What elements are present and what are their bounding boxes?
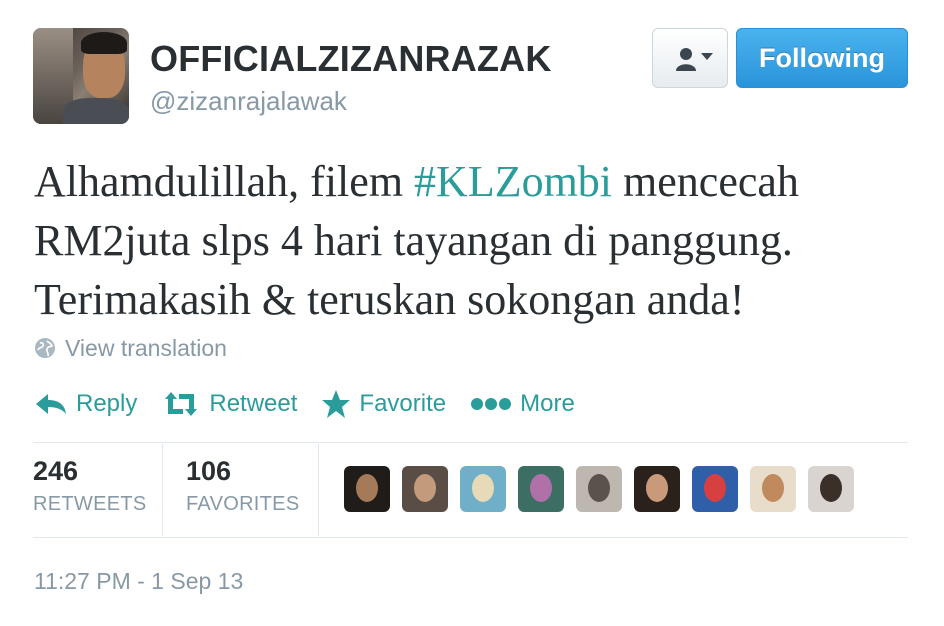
favoriter-avatar[interactable] [344, 466, 390, 512]
favoriter-avatar[interactable] [808, 466, 854, 512]
tweet-actions: Reply Retweet Favorite More [34, 386, 599, 422]
user-actions-button[interactable] [652, 28, 728, 88]
author-handle[interactable]: @zizanrajalawak [150, 86, 347, 117]
retweets-count: 246 [33, 456, 79, 486]
favoriter-avatar[interactable] [634, 466, 680, 512]
favoriter-avatar[interactable] [576, 466, 622, 512]
hashtag-link[interactable]: #KLZombi [414, 157, 612, 206]
retweet-label: Retweet [209, 390, 298, 417]
favoriters-avatars [344, 466, 866, 512]
divider [33, 442, 908, 443]
favorites-label: FAVORITES [186, 493, 300, 515]
retweet-button[interactable]: Retweet [161, 390, 297, 418]
reply-icon [36, 394, 66, 414]
tweet-timestamp[interactable]: 11:27 PM - 1 Sep 13 [34, 568, 243, 595]
favoriter-avatar[interactable] [750, 466, 796, 512]
favorite-button[interactable]: Favorite [321, 389, 446, 419]
reply-button[interactable]: Reply [34, 390, 137, 418]
more-button[interactable]: More [470, 390, 575, 418]
star-icon [322, 390, 351, 418]
stat-divider [162, 444, 163, 536]
favorites-stat[interactable]: 106 FAVORITES [186, 456, 299, 516]
retweets-stat[interactable]: 246 RETWEETS [33, 456, 147, 516]
tweet-text-part: Alhamdulillah, filem [34, 157, 415, 206]
stat-divider [318, 444, 319, 536]
favoriter-avatar[interactable] [460, 466, 506, 512]
author-display-name[interactable]: OFFICIALZIZANRAZAK [150, 38, 552, 80]
tweet-text: Alhamdulillah, filem #KLZombi mencecah R… [34, 152, 914, 329]
favoriter-avatar[interactable] [692, 466, 738, 512]
favorites-count: 106 [186, 456, 232, 486]
reply-label: Reply [76, 390, 138, 417]
view-translation-link[interactable]: View translation [34, 334, 227, 362]
retweets-label: RETWEETS [33, 493, 147, 515]
favorite-label: Favorite [359, 390, 447, 417]
divider [33, 537, 908, 538]
more-dots-icon [471, 398, 512, 410]
user-dropdown-icon [676, 48, 696, 71]
avatar-shirt [63, 98, 129, 124]
avatar-hair [81, 32, 127, 54]
globe-icon [35, 338, 55, 358]
following-button[interactable]: Following [736, 28, 908, 88]
retweet-icon [165, 392, 198, 416]
chevron-down-icon [701, 53, 713, 60]
more-label: More [520, 390, 575, 417]
favoriter-avatar[interactable] [402, 466, 448, 512]
author-avatar[interactable] [33, 28, 129, 124]
favoriter-avatar[interactable] [518, 466, 564, 512]
view-translation-label: View translation [65, 334, 227, 361]
